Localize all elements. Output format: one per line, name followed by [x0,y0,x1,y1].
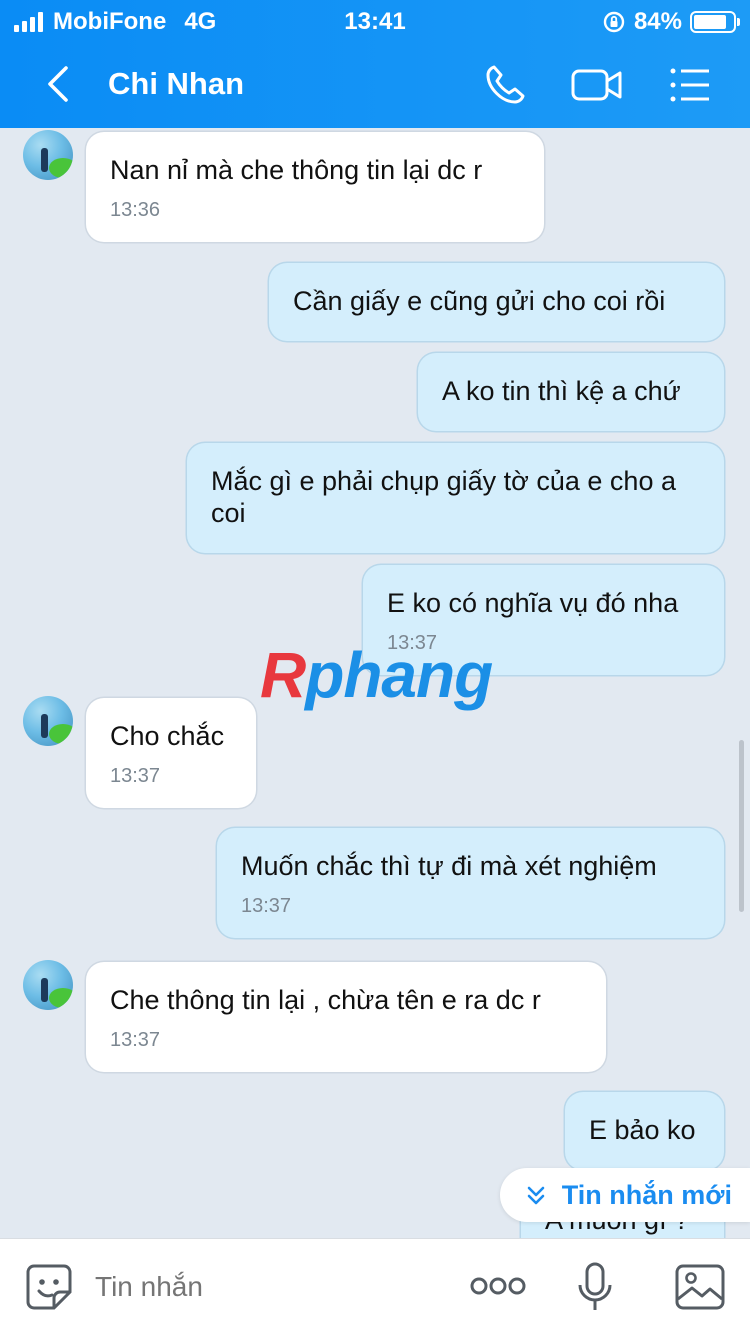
message-input-bar [0,1238,750,1334]
message-incoming[interactable]: Nan nỉ mà che thông tin lại dc r 13:36 [86,132,544,242]
watermark-rest: phang [305,639,493,711]
message-outgoing[interactable]: A ko tin thì kệ a chứ [418,353,724,431]
message-text: A ko tin thì kệ a chứ [442,376,681,406]
new-message-button[interactable]: Tin nhắn mới [499,1168,750,1222]
message-time: 13:37 [110,1029,161,1051]
avatar[interactable] [23,130,73,180]
message-outgoing[interactable]: Muốn chắc thì tự đi mà xét nghiệm 13:37 [217,828,724,938]
sticker-icon[interactable] [24,1262,74,1312]
message-outgoing[interactable]: Mắc gì e phải chụp giấy tờ của e cho a c… [187,443,724,553]
status-bar: MobiFone 4G 13:41 84% [0,0,750,42]
message-incoming[interactable]: Che thông tin lại , chừa tên e ra dc r 1… [86,962,606,1072]
message-text: Muốn chắc thì tự đi mà xét nghiệm [241,851,657,881]
microphone-icon[interactable] [576,1261,614,1313]
list-menu-icon[interactable] [666,60,716,110]
message-text: Mắc gì e phải chụp giấy tờ của e cho a c… [211,466,676,528]
message-text: Nan nỉ mà che thông tin lại dc r [110,155,483,185]
contact-name[interactable]: Chi Nhan [108,66,244,102]
message-list[interactable]: Nan nỉ mà che thông tin lại dc r 13:36 C… [0,128,750,1238]
message-time: 13:37 [241,895,292,917]
video-camera-icon[interactable] [570,60,624,110]
message-text: E bảo ko [589,1115,696,1145]
new-message-label: Tin nhắn mới [561,1179,732,1210]
message-text: Che thông tin lại , chừa tên e ra dc r [110,985,541,1015]
battery-icon [690,11,740,33]
message-incoming[interactable]: Cho chắc 13:37 [86,698,256,808]
message-outgoing[interactable]: Cần giấy e cũng gửi cho coi rồi [269,263,724,341]
orientation-lock-icon [603,11,625,33]
more-dots-icon[interactable] [470,1275,526,1297]
watermark-logo: Rphang [260,638,493,712]
avatar[interactable] [23,960,73,1010]
battery-percent: 84% [633,8,682,35]
message-text: Cho chắc [110,721,225,751]
double-chevron-down-icon [527,1186,545,1205]
message-text: Cần giấy e cũng gửi cho coi rồi [293,286,666,316]
message-time: 13:37 [110,765,161,787]
chevron-left-icon[interactable] [38,62,82,106]
message-input[interactable] [95,1271,435,1303]
image-icon[interactable] [674,1263,726,1311]
avatar[interactable] [23,696,73,746]
message-text: E ko có nghĩa vụ đó nha [387,588,679,618]
message-outgoing[interactable]: E bảo ko [565,1092,724,1170]
chat-header: Chi Nhan [0,42,750,128]
scrollbar[interactable] [739,740,744,912]
watermark-first: R [260,639,306,711]
top-bar: MobiFone 4G 13:41 84% Chi Nhan [0,0,750,128]
phone-icon[interactable] [480,60,530,110]
message-time: 13:36 [110,199,161,221]
